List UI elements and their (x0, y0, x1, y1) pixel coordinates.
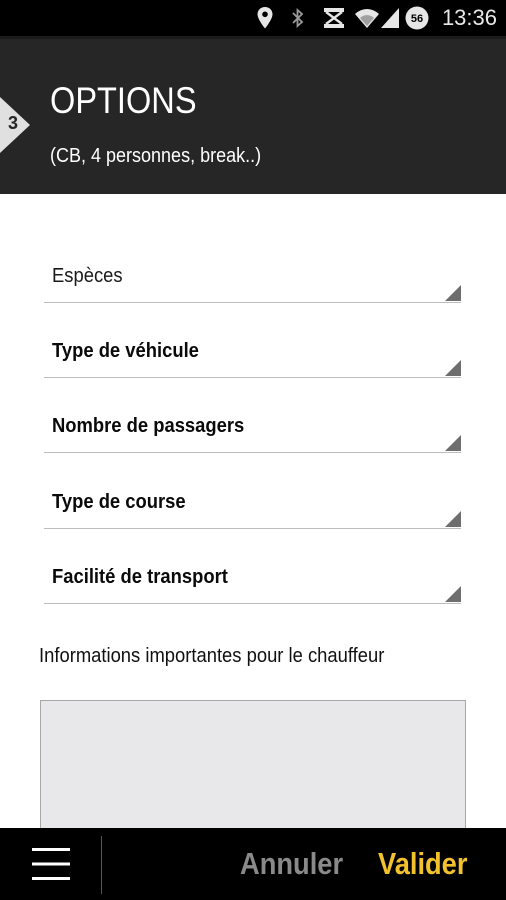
page-title: OPTIONS (50, 80, 197, 121)
vehicle-type-label: Type de véhicule (52, 340, 199, 362)
signal-icon (381, 8, 399, 28)
dropdown-corner-icon (445, 360, 461, 376)
dropdown-corner-icon (445, 285, 461, 301)
wifi-icon (355, 9, 379, 28)
ride-type-select[interactable]: Type de course (44, 488, 461, 529)
status-bar: 56 13:36 (0, 0, 506, 36)
payment-method-select[interactable]: Espèces (44, 262, 461, 303)
driver-notes-input[interactable] (40, 700, 466, 840)
header: 3 OPTIONS (CB, 4 personnes, break..) (0, 36, 506, 194)
step-number: 3 (7, 113, 18, 133)
payment-method-value: Espèces (52, 265, 123, 287)
passenger-count-label: Nombre de passagers (52, 415, 245, 437)
dropdown-corner-icon (445, 435, 461, 451)
cancel-button[interactable]: Annuler (240, 842, 343, 886)
driver-notes-label: Informations importantes pour le chauffe… (39, 645, 385, 667)
battery-icon: 56 (405, 6, 429, 30)
validate-button[interactable]: Valider (378, 842, 467, 886)
transport-facility-select[interactable]: Facilité de transport (44, 563, 461, 604)
passenger-count-select[interactable]: Nombre de passagers (44, 412, 461, 453)
ride-type-label: Type de course (52, 491, 186, 513)
dropdown-corner-icon (445, 511, 461, 527)
bottom-action-bar: Annuler Valider (0, 828, 506, 900)
dropdown-corner-icon (445, 586, 461, 602)
menu-button[interactable] (22, 840, 78, 888)
location-icon (257, 7, 273, 29)
transport-facility-label: Facilité de transport (52, 566, 228, 588)
bar-divider (101, 836, 102, 894)
vibrate-icon (324, 8, 344, 28)
page-subtitle: (CB, 4 personnes, break..) (50, 145, 262, 167)
bluetooth-icon (292, 7, 304, 29)
vehicle-type-select[interactable]: Type de véhicule (44, 337, 461, 378)
battery-level: 56 (411, 13, 423, 25)
hamburger-menu-icon (32, 848, 70, 880)
status-time: 13:36 (441, 5, 497, 30)
